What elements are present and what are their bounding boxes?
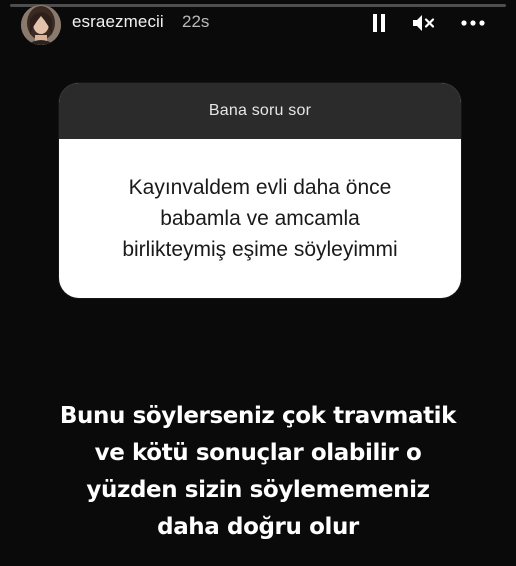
story-viewer: esraezmecii 22s Bana soru sor Kayınvalde…: [0, 0, 516, 566]
question-sticker[interactable]: Bana soru sor Kayınvaldem evli daha önce…: [59, 83, 461, 298]
answer-line: ve kötü sonuçlar olabilir o: [94, 440, 422, 466]
story-timestamp: 22s: [182, 12, 210, 31]
question-sticker-title: Bana soru sor: [208, 102, 312, 119]
answer-text: Bunu söylerseniz çok travmatik ve kötü s…: [0, 398, 516, 546]
answer-line: yüzden sizin söylememeniz: [86, 477, 430, 503]
question-line: birlikteymiş eşime söyleyimmi: [122, 238, 398, 261]
more-options-button[interactable]: [458, 8, 488, 38]
mute-button[interactable]: [409, 8, 439, 38]
answer-line: Bunu söylerseniz çok travmatik: [59, 403, 457, 429]
question-text: Kayınvaldem evli daha önce babamla ve am…: [59, 139, 461, 298]
avatar[interactable]: [21, 5, 61, 45]
answer-line: daha doğru olur: [157, 514, 359, 540]
question-line: babamla ve amcamla: [160, 207, 360, 230]
speaker-muted-icon: [413, 15, 435, 31]
story-username[interactable]: esraezmecii: [72, 12, 164, 32]
question-line: Kayınvaldem evli daha önce: [128, 176, 392, 199]
more-dots-icon: [461, 20, 485, 26]
pause-icon: [373, 14, 385, 32]
question-sticker-header: Bana soru sor: [59, 83, 461, 139]
pause-button[interactable]: [364, 8, 394, 38]
story-header: esraezmecii 22s: [0, 0, 516, 52]
avatar-photo-icon: [21, 5, 61, 45]
